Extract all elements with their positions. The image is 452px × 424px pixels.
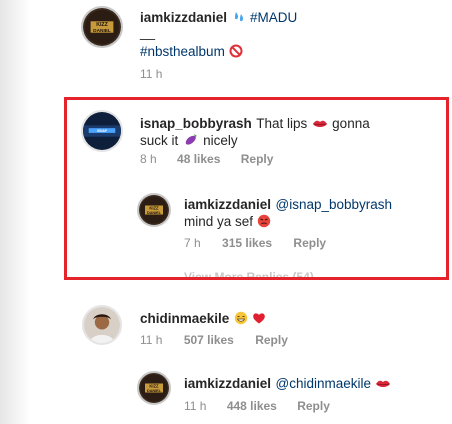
comment-1-line-2: __ bbox=[140, 25, 156, 40]
username[interactable]: iamkizzdaniel bbox=[184, 376, 271, 391]
reply-button[interactable]: Reply bbox=[297, 399, 330, 413]
comment-1-meta: 11 h bbox=[140, 67, 162, 81]
reply-2-meta: 11 h 448 likes Reply bbox=[184, 399, 330, 413]
svg-text:DANIEL: DANIEL bbox=[93, 28, 111, 34]
kizz-daniel-avatar-icon[interactable]: KIZZ DANIEL bbox=[81, 6, 123, 48]
comment-1-line-1: iamkizzdaniel #MADU bbox=[140, 9, 297, 28]
red-heart-emoji-icon bbox=[252, 311, 266, 329]
prohibited-emoji-icon bbox=[229, 44, 243, 62]
kiss-mark-emoji-icon bbox=[375, 377, 391, 394]
kizz-daniel-avatar-icon[interactable]: KIZZ DANIEL bbox=[137, 371, 171, 405]
comment-3-line-1: chidinmaekile bbox=[140, 310, 266, 329]
timestamp: 11 h bbox=[140, 333, 163, 347]
reply-2-line-1: iamkizzdaniel @chidinmaekile bbox=[184, 375, 391, 394]
likes-count[interactable]: 507 likes bbox=[184, 333, 234, 347]
likes-count[interactable]: 448 likes bbox=[227, 399, 277, 413]
comment-1-line-3: #nbsthealbum bbox=[140, 43, 243, 62]
svg-text:KIZZ: KIZZ bbox=[96, 22, 108, 28]
page-edge-shadow bbox=[0, 0, 30, 424]
timestamp: 11 h bbox=[184, 399, 207, 413]
username[interactable]: chidinmaekile bbox=[140, 311, 229, 326]
highlight-box bbox=[64, 97, 449, 280]
mention-link[interactable]: @chidinmaekile bbox=[276, 376, 372, 391]
comment-3-meta: 11 h 507 likes Reply bbox=[140, 333, 288, 347]
timestamp: 11 h bbox=[140, 67, 163, 81]
hashtag-nbsthealbum[interactable]: #nbsthealbum bbox=[140, 44, 225, 59]
reply-button[interactable]: Reply bbox=[255, 333, 288, 347]
sweat-droplets-emoji-icon bbox=[232, 10, 246, 28]
svg-text:KIZZ: KIZZ bbox=[149, 383, 159, 388]
grinning-face-emoji-icon bbox=[234, 311, 248, 329]
hashtag-madu[interactable]: #MADU bbox=[250, 10, 297, 25]
username[interactable]: iamkizzdaniel bbox=[140, 10, 227, 25]
svg-text:DANIEL: DANIEL bbox=[147, 389, 162, 393]
chidinma-avatar-icon[interactable] bbox=[82, 305, 122, 345]
